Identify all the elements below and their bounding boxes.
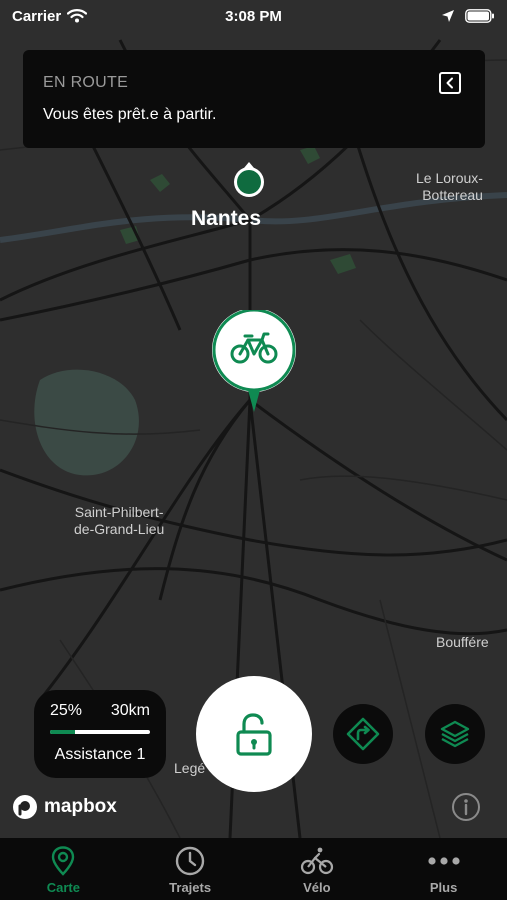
clock-icon: [175, 846, 205, 876]
mapbox-logo[interactable]: mapbox: [12, 794, 117, 820]
tab-velo[interactable]: Vélo: [254, 838, 381, 900]
mapbox-icon: [13, 795, 37, 819]
banner-title: EN ROUTE: [43, 74, 129, 91]
layers-button[interactable]: [425, 704, 485, 764]
mapbox-wordmark: mapbox: [44, 796, 117, 817]
layers-icon: [440, 720, 470, 748]
assistance-level-label: Assistance 1: [54, 746, 146, 763]
assistance-card[interactable]: 25% 30km Assistance 1: [34, 690, 166, 778]
battery-icon: [465, 9, 494, 23]
directions-button[interactable]: [333, 704, 393, 764]
cyclist-icon: [300, 847, 333, 875]
map-label-bouffere: Bouffére: [436, 634, 489, 650]
tab-label: Carte: [46, 880, 80, 895]
map-pin-icon: [52, 846, 75, 876]
tab-plus[interactable]: Plus: [380, 838, 507, 900]
tab-carte[interactable]: Carte: [0, 838, 127, 900]
tab-label: Vélo: [303, 880, 331, 895]
map-label-saint-philbert: Saint-Philbert-de-Grand-Lieu: [74, 504, 165, 537]
battery-level-fill: [50, 730, 75, 734]
status-bar: Carrier 3:08 PM: [0, 0, 507, 32]
tab-trajets[interactable]: Trajets: [127, 838, 254, 900]
en-route-banner: EN ROUTE Vous êtes prêt.e à partir.: [23, 50, 485, 148]
map-label-le-loroux-bottereau: Le Loroux- Bottereau: [416, 170, 483, 203]
banner-message: Vous êtes prêt.e à partir.: [43, 106, 217, 123]
map-label-lege: Legé: [174, 760, 206, 776]
collapse-banner-button[interactable]: [439, 72, 461, 94]
battery-level-bar: [50, 730, 150, 734]
wifi-icon: [67, 9, 88, 23]
chevron-left-icon: [446, 77, 453, 89]
tab-label: Plus: [429, 880, 458, 895]
directions-icon: [346, 717, 380, 751]
tab-label: Trajets: [169, 880, 212, 895]
location-arrow-icon: [442, 10, 454, 22]
tab-bar: Carte Trajets Vélo Plus: [0, 838, 507, 900]
info-icon[interactable]: [451, 792, 481, 827]
unlock-button[interactable]: [196, 676, 312, 792]
unlock-icon: [236, 713, 272, 756]
range-value: 30km: [110, 702, 150, 719]
map-label-nantes: Nantes: [191, 207, 262, 230]
battery-percentage: 25%: [50, 702, 83, 719]
more-icon: [428, 857, 460, 865]
status-time: 3:08 PM: [225, 7, 282, 25]
carrier-label: Carrier: [12, 7, 62, 25]
